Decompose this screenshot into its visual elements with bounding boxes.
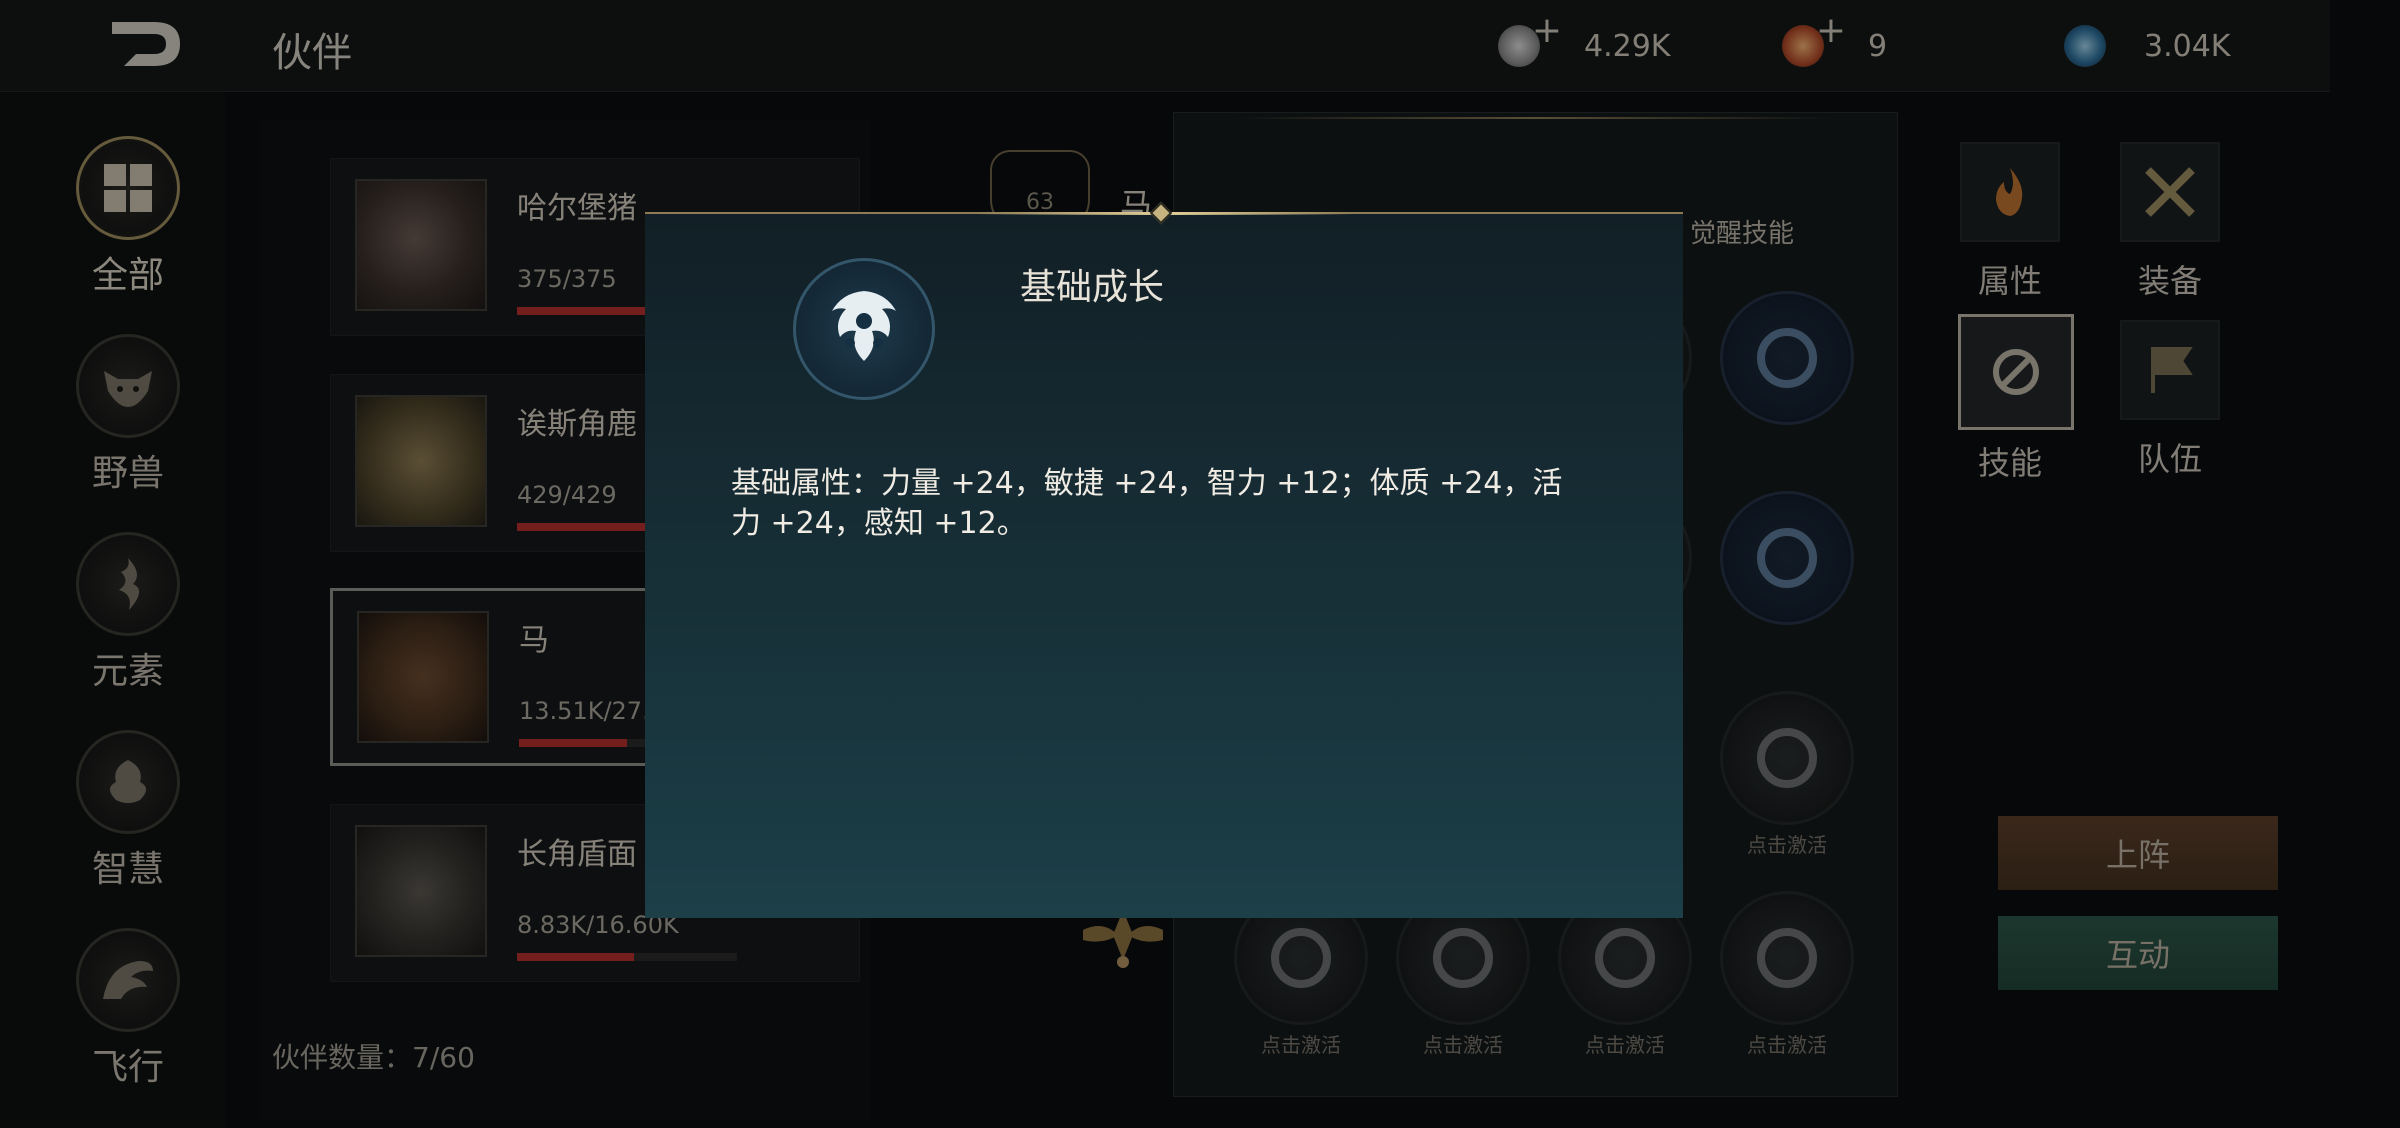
dialog-description: 基础属性：力量 +24，敏捷 +24，智力 +12；体质 +24，活 力 +24… <box>731 464 1581 544</box>
dialog-title: 基础成长 <box>1020 267 1165 308</box>
skill-info-dialog: 基础成长 基础属性：力量 +24，敏捷 +24，智力 +12；体质 +24，活 … <box>645 201 1683 918</box>
dialog-desc-line: 基础属性：力量 +24，敏捷 +24，智力 +12；体质 +24，活 <box>731 466 1563 501</box>
dialog-desc-line: 力 +24，感知 +12。 <box>731 506 1027 541</box>
growth-rune-icon <box>793 258 935 400</box>
